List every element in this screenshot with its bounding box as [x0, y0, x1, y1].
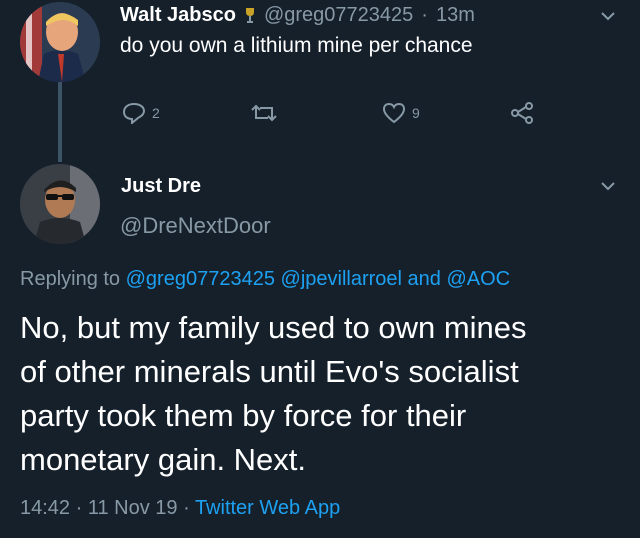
tweet-time[interactable]: 13m	[436, 4, 475, 27]
handle[interactable]: @DreNextDoor	[120, 213, 271, 239]
timestamp[interactable]: 14:42 · 11 Nov 19 ·	[20, 497, 190, 519]
tweet-text-line: of other minerals until Evo's socialist	[20, 354, 519, 389]
mention-link[interactable]: @AOC	[446, 268, 510, 290]
retweet-button[interactable]	[250, 102, 278, 124]
separator-dot: ·	[421, 4, 428, 26]
avatar[interactable]	[20, 2, 100, 82]
display-name[interactable]: Just Dre	[121, 175, 201, 198]
thread-connector-line	[58, 82, 62, 162]
like-button[interactable]: 9	[382, 102, 420, 124]
like-count: 9	[412, 105, 420, 121]
retweet-icon	[251, 104, 277, 122]
avatar-image	[20, 2, 100, 82]
parent-tweet-header: Walt Jabsco @greg07723425 · 13m	[120, 4, 475, 27]
mention-link[interactable]: @jpevillarroel	[281, 268, 402, 290]
reply-button[interactable]: 2	[122, 102, 160, 124]
tweet-meta: 14:42 · 11 Nov 19 · Twitter Web App	[20, 497, 340, 520]
source-link[interactable]: Twitter Web App	[195, 497, 340, 519]
tweet-text-line: party took them by force for their	[20, 398, 467, 433]
heart-icon	[382, 102, 406, 124]
replying-to-label: Replying to	[20, 268, 121, 290]
avatar[interactable]	[20, 164, 100, 244]
reply-count: 2	[152, 105, 160, 121]
avatar-image	[20, 164, 100, 244]
tweet-text-line: No, but my family used to own mines	[20, 310, 527, 345]
mention-link[interactable]: @greg07723425	[126, 268, 275, 290]
display-name[interactable]: Walt Jabsco	[120, 4, 236, 27]
mention-joiner: and	[407, 268, 441, 290]
chevron-down-icon[interactable]	[600, 178, 616, 196]
share-button[interactable]	[510, 102, 534, 124]
replying-to-line: Replying to @greg07723425 @jpevillarroel…	[20, 268, 510, 291]
share-icon	[511, 102, 533, 124]
chevron-down-icon[interactable]	[600, 8, 616, 26]
handle[interactable]: @greg07723425	[264, 4, 413, 27]
reply-icon	[122, 102, 146, 124]
tweet-text-line: monetary gain. Next.	[20, 442, 307, 477]
tweet-body: No, but my family used to own mines of o…	[20, 306, 527, 482]
parent-tweet-text: do you own a lithium mine per chance	[120, 34, 473, 57]
trophy-badge-icon	[244, 6, 256, 26]
